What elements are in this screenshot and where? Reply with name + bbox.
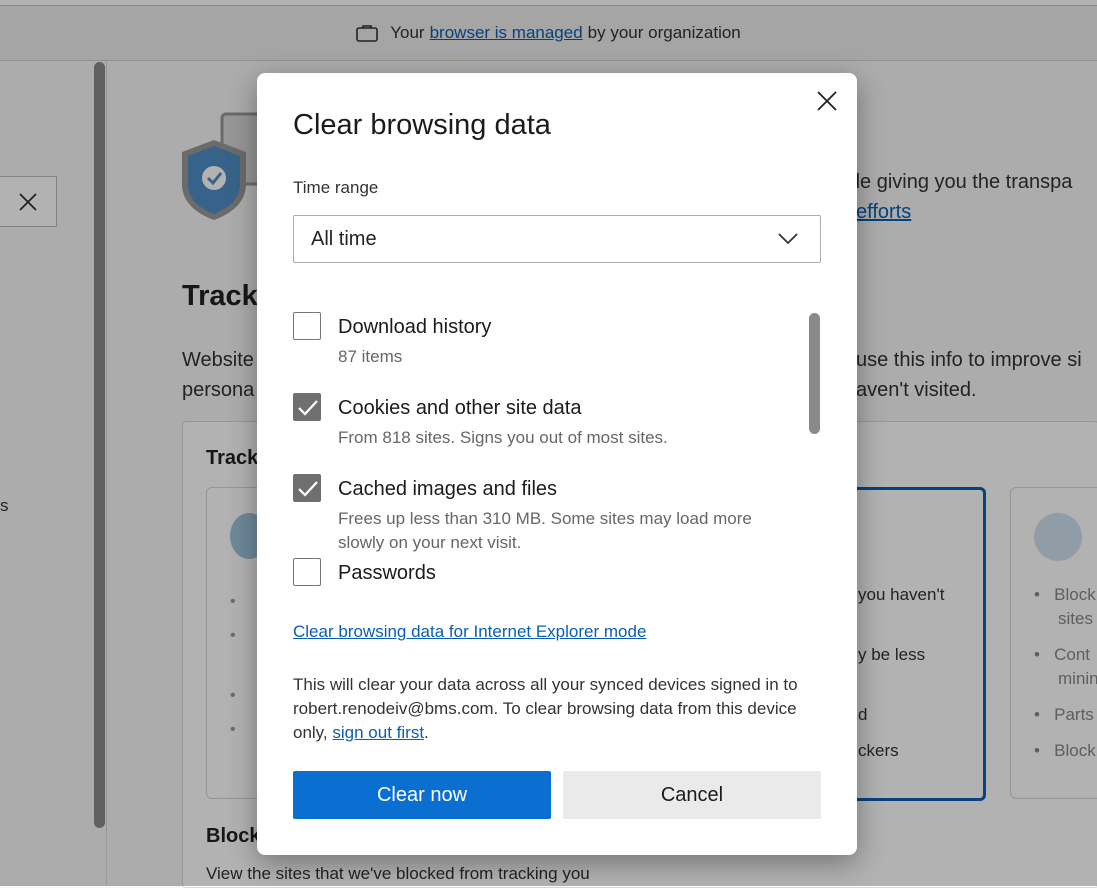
item-desc: From 818 sites. Signs you out of most si… [338, 428, 668, 447]
item-desc: Frees up less than 310 MB. Some sites ma… [338, 509, 752, 552]
sync-notice-end: . [424, 723, 429, 742]
download-history-checkbox[interactable] [293, 312, 321, 340]
clear-ie-mode-link[interactable]: Clear browsing data for Internet Explore… [293, 622, 646, 642]
clear-now-button[interactable]: Clear now [293, 771, 551, 819]
item-label: Download history [338, 316, 492, 338]
dialog-title: Clear browsing data [293, 109, 551, 141]
passwords-checkbox[interactable] [293, 558, 321, 586]
sign-out-first-link[interactable]: sign out first [332, 723, 424, 742]
item-label: Cookies and other site data [338, 397, 582, 419]
dialog-close-button[interactable] [812, 86, 842, 116]
clear-browsing-data-dialog: Clear browsing data Time range All time … [257, 73, 857, 855]
data-types-list: Download history 87 items Cookies and ot… [293, 311, 793, 593]
item-desc: 87 items [338, 347, 403, 366]
time-range-select[interactable]: All time [293, 215, 821, 263]
chevron-down-icon [778, 233, 798, 245]
time-range-label: Time range [293, 178, 379, 197]
cancel-button[interactable]: Cancel [563, 771, 821, 819]
item-label: Passwords [338, 562, 436, 584]
checkmark-icon [298, 481, 318, 497]
time-range-value: All time [311, 227, 377, 250]
cookies-checkbox[interactable] [293, 393, 321, 421]
item-label: Cached images and files [338, 478, 558, 500]
cached-images-checkbox[interactable] [293, 474, 321, 502]
checkmark-icon [298, 400, 318, 416]
sync-notice: This will clear your data across all you… [293, 673, 833, 745]
close-icon [817, 91, 837, 111]
list-scrollbar[interactable] [809, 313, 820, 434]
